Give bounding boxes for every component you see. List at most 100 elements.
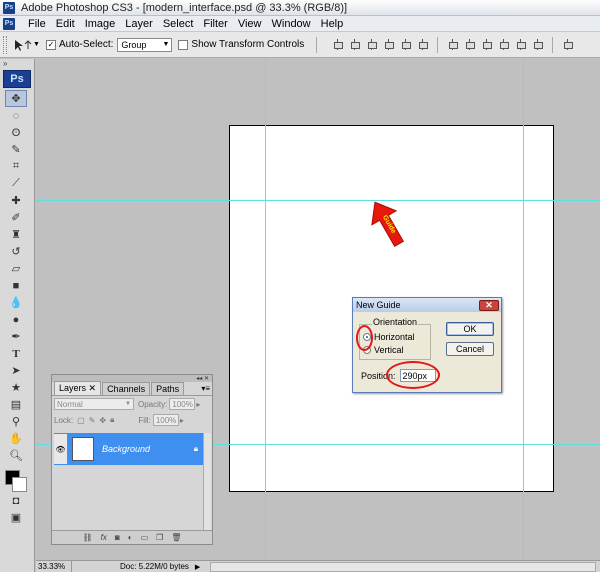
trash-icon[interactable]: 🗑︎ bbox=[171, 533, 181, 542]
move-tool-icon[interactable]: ✥ bbox=[5, 90, 27, 107]
options-divider bbox=[316, 36, 318, 53]
new-group-icon[interactable]: ▭ bbox=[141, 533, 149, 542]
auto-select-dropdown[interactable]: Group ▼ bbox=[117, 37, 173, 52]
vertical-guide[interactable] bbox=[523, 59, 524, 560]
layer-row-background[interactable]: 👁︎ Background 🔒︎ bbox=[54, 433, 204, 465]
menu-edit[interactable]: Edit bbox=[51, 18, 80, 30]
blend-mode-select[interactable]: Normal ▼ bbox=[54, 398, 134, 410]
lock-row: Lock: ▢ ✎ ✥ 🔒︎ Fill: 100% ▸ bbox=[52, 412, 212, 428]
layer-name: Background bbox=[102, 444, 151, 454]
new-layer-icon[interactable]: ❐ bbox=[156, 533, 163, 542]
align-left-icon[interactable] bbox=[383, 39, 395, 50]
status-bar: 33.33% Doc: 5.22M/0 bytes ▶ bbox=[36, 560, 600, 572]
distribute-hcenter-icon[interactable] bbox=[515, 39, 527, 50]
healing-brush-icon[interactable]: ✚ bbox=[5, 192, 27, 209]
distribute-left-icon[interactable] bbox=[498, 39, 510, 50]
horizontal-label: Horizontal bbox=[374, 332, 415, 342]
zoom-tool-icon[interactable]: 🔍︎ bbox=[5, 447, 27, 464]
chevron-down-icon: ▼ bbox=[33, 41, 40, 48]
quick-mask-icon[interactable]: ◘ bbox=[5, 492, 27, 509]
distribute-top-icon[interactable] bbox=[447, 39, 459, 50]
menu-view[interactable]: View bbox=[233, 18, 267, 30]
fill-input[interactable]: 100% bbox=[152, 414, 179, 426]
document-info: Doc: 5.22M/0 bytes bbox=[120, 562, 189, 571]
align-right-icon[interactable] bbox=[417, 39, 429, 50]
menu-file[interactable]: File bbox=[23, 18, 51, 30]
options-bar: ▼ ✓ Auto-Select: Group ▼ Show Transform … bbox=[0, 32, 600, 58]
dialog-title-bar[interactable]: New Guide ✕ bbox=[353, 298, 501, 312]
collapse-chevron-icon[interactable]: » bbox=[0, 59, 34, 69]
menu-window[interactable]: Window bbox=[267, 18, 316, 30]
opacity-input[interactable]: 100% bbox=[169, 398, 196, 410]
quick-select-tool-icon[interactable]: ✎ bbox=[5, 141, 27, 158]
background-color[interactable] bbox=[12, 477, 27, 492]
type-tool-icon[interactable]: T bbox=[5, 345, 27, 362]
clone-stamp-icon[interactable]: ♜ bbox=[5, 226, 27, 243]
lock-position-icon[interactable]: ✥ bbox=[99, 416, 106, 425]
link-layers-icon[interactable]: ⛓ bbox=[83, 533, 93, 542]
notes-tool-icon[interactable]: ▤ bbox=[5, 396, 27, 413]
menu-bar: Ps File Edit Image Layer Select Filter V… bbox=[0, 16, 600, 32]
chevron-right-icon[interactable]: ▸ bbox=[180, 416, 184, 425]
vertical-guide[interactable] bbox=[265, 59, 266, 560]
auto-align-icon[interactable] bbox=[562, 39, 574, 50]
eye-icon[interactable]: 👁︎ bbox=[54, 434, 68, 464]
layers-scrollbar[interactable] bbox=[203, 433, 211, 531]
brush-tool-icon[interactable]: ✐ bbox=[5, 209, 27, 226]
distribute-right-icon[interactable] bbox=[532, 39, 544, 50]
dodge-tool-icon[interactable]: ● bbox=[5, 311, 27, 328]
menu-filter[interactable]: Filter bbox=[198, 18, 232, 30]
photoshop-logo[interactable]: Ps bbox=[3, 70, 31, 88]
tab-channels[interactable]: Channels bbox=[102, 382, 151, 395]
menu-help[interactable]: Help bbox=[316, 18, 349, 30]
menu-app-icon[interactable]: Ps bbox=[3, 17, 15, 30]
panel-menu-icon[interactable]: ▾≡ bbox=[201, 384, 210, 393]
window-title: Adobe Photoshop CS3 - [modern_interface.… bbox=[21, 1, 348, 14]
options-grip[interactable] bbox=[3, 35, 7, 54]
show-transform-checkbox[interactable] bbox=[178, 39, 189, 50]
marquee-tool-icon[interactable]: ◌ bbox=[5, 107, 27, 124]
align-hcenter-icon[interactable] bbox=[400, 39, 412, 50]
auto-select-checkbox[interactable]: ✓ bbox=[45, 39, 56, 50]
cancel-button[interactable]: Cancel bbox=[446, 342, 494, 356]
path-select-icon[interactable]: ➤ bbox=[5, 362, 27, 379]
crop-tool-icon[interactable]: ⌗ bbox=[5, 158, 27, 175]
chevron-right-icon[interactable]: ▸ bbox=[196, 400, 200, 409]
horizontal-guide[interactable] bbox=[36, 200, 600, 201]
tool-preset-picker[interactable]: ▼ bbox=[11, 38, 40, 52]
align-top-icon[interactable] bbox=[332, 39, 344, 50]
menu-select[interactable]: Select bbox=[158, 18, 199, 30]
blur-tool-icon[interactable]: 💧 bbox=[5, 294, 27, 311]
close-icon[interactable]: ✕ bbox=[479, 299, 499, 311]
screen-mode-icon[interactable]: ▣ bbox=[5, 509, 27, 526]
horizontal-scrollbar[interactable] bbox=[210, 561, 596, 572]
ok-button[interactable]: OK bbox=[446, 322, 494, 336]
slice-tool-icon[interactable]: ⟋ bbox=[5, 175, 27, 192]
chevron-right-icon[interactable]: ▶ bbox=[195, 563, 200, 571]
adjustment-layer-icon[interactable]: ◐ bbox=[128, 533, 133, 542]
align-vcenter-icon[interactable] bbox=[349, 39, 361, 50]
menu-layer[interactable]: Layer bbox=[120, 18, 158, 30]
hand-tool-icon[interactable]: ✋ bbox=[5, 430, 27, 447]
history-brush-icon[interactable]: ↺ bbox=[5, 243, 27, 260]
eraser-tool-icon[interactable]: ▱ bbox=[5, 260, 27, 277]
zoom-level[interactable]: 33.33% bbox=[36, 560, 72, 572]
app-icon: Ps bbox=[3, 1, 15, 14]
mask-icon[interactable]: ◙ bbox=[115, 533, 120, 542]
lock-transparent-icon[interactable]: ▢ bbox=[77, 416, 85, 425]
pen-tool-icon[interactable]: ✒ bbox=[5, 328, 27, 345]
eyedropper-tool-icon[interactable]: ⚲ bbox=[5, 413, 27, 430]
shape-tool-icon[interactable]: ★ bbox=[5, 379, 27, 396]
tab-paths[interactable]: Paths bbox=[151, 382, 185, 395]
menu-image[interactable]: Image bbox=[80, 18, 121, 30]
canvas-workspace[interactable]: Guide New Guide ✕ Orientation Horizontal… bbox=[36, 59, 600, 560]
tab-layers[interactable]: Layers ✕ bbox=[54, 381, 102, 395]
lasso-tool-icon[interactable]: ʘ bbox=[5, 124, 27, 141]
fx-icon[interactable]: fx bbox=[101, 533, 107, 542]
distribute-vcenter-icon[interactable] bbox=[464, 39, 476, 50]
distribute-bottom-icon[interactable] bbox=[481, 39, 493, 50]
lock-all-icon[interactable]: 🔒︎ bbox=[110, 415, 114, 425]
align-bottom-icon[interactable] bbox=[366, 39, 378, 50]
lock-pixels-icon[interactable]: ✎ bbox=[89, 416, 96, 425]
gradient-tool-icon[interactable]: ■ bbox=[5, 277, 27, 294]
